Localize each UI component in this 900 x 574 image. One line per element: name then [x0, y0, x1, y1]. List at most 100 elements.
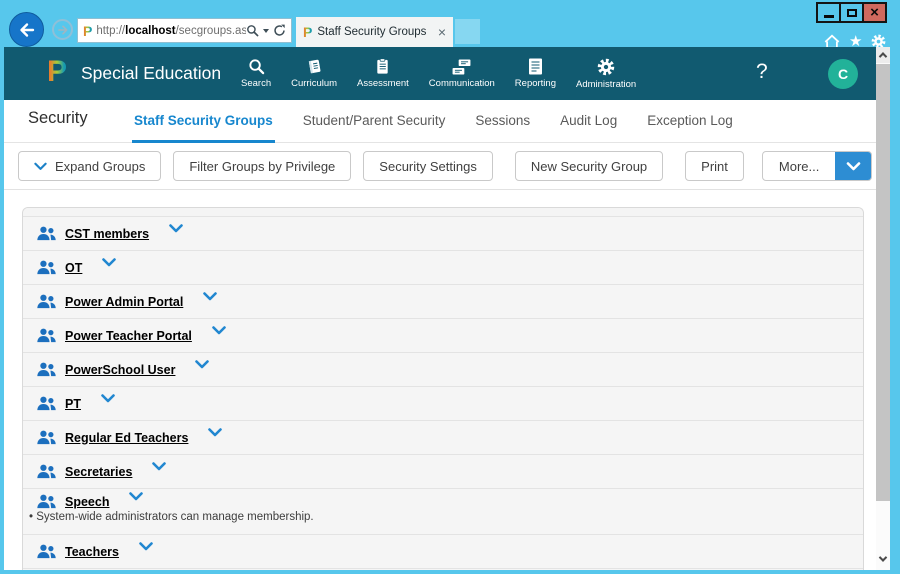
group-link[interactable]: PowerSchool User — [65, 363, 175, 377]
book-icon — [306, 58, 323, 75]
scrollbar-thumb[interactable] — [876, 64, 890, 501]
document-icon — [528, 58, 543, 75]
vertical-scrollbar — [876, 47, 890, 570]
button-label: Print — [701, 159, 728, 174]
button-label: Expand Groups — [55, 159, 145, 174]
group-link[interactable]: Regular Ed Teachers — [65, 431, 188, 445]
tab-title: Staff Security Groups — [317, 26, 426, 38]
chevron-down-icon[interactable] — [169, 224, 183, 233]
chevron-down-icon — [846, 162, 861, 171]
nav-item-search[interactable]: Search — [231, 58, 281, 89]
group-link[interactable]: Secretaries — [65, 465, 132, 479]
chevron-down-icon[interactable] — [101, 394, 115, 403]
group-people-icon — [36, 260, 57, 275]
url-text: http://localhost/secgroups.aspx?pos — [96, 25, 246, 37]
nav-item-reporting[interactable]: Reporting — [505, 58, 566, 89]
gear-icon — [597, 58, 615, 76]
chevron-down-icon[interactable] — [152, 462, 166, 471]
chevron-down-icon — [34, 162, 47, 171]
tab-sessions[interactable]: Sessions — [473, 100, 532, 143]
tab-staff-security-groups[interactable]: Staff Security Groups — [132, 100, 275, 143]
nav-item-curriculum[interactable]: Curriculum — [281, 58, 347, 89]
group-row: Speech System-wide administrators can ma… — [23, 489, 863, 535]
group-people-icon — [36, 464, 57, 479]
nav-label: Curriculum — [291, 78, 337, 89]
group-row: CST members — [23, 217, 863, 251]
nav-item-communication[interactable]: Communication — [419, 59, 505, 89]
chevron-down-icon[interactable] — [195, 360, 209, 369]
tab-close-icon[interactable]: × — [438, 25, 446, 39]
security-tabs: Staff Security Groups Student/Parent Sec… — [132, 100, 735, 143]
close-button[interactable]: × — [862, 2, 887, 23]
browser-tab[interactable]: P Staff Security Groups × — [296, 17, 453, 47]
communication-icon — [452, 59, 471, 75]
forward-button[interactable] — [52, 19, 73, 40]
page-head: Security Staff Security Groups Student/P… — [4, 100, 876, 143]
button-label: Security Settings — [379, 159, 477, 174]
group-link[interactable]: Power Admin Portal — [65, 295, 183, 309]
new-security-group-button[interactable]: New Security Group — [515, 151, 663, 181]
group-people-icon — [36, 362, 57, 377]
group-row: Regular Ed Teachers — [23, 421, 863, 455]
button-label: More... — [763, 159, 835, 174]
nav-label: Assessment — [357, 78, 409, 89]
group-row: OT — [23, 251, 863, 285]
group-people-icon — [36, 396, 57, 411]
chevron-down-icon[interactable] — [263, 29, 269, 33]
more-dropdown-button[interactable] — [835, 151, 871, 181]
group-people-icon — [36, 328, 57, 343]
user-avatar[interactable]: C — [828, 59, 858, 89]
nav-item-administration[interactable]: Administration — [566, 58, 646, 90]
chevron-down-icon — [879, 553, 887, 561]
search-icon[interactable] — [246, 24, 259, 37]
search-icon — [248, 58, 265, 75]
minimize-icon — [824, 15, 834, 18]
scrollbar-down-button[interactable] — [876, 556, 890, 562]
group-link[interactable]: PT — [65, 397, 81, 411]
security-settings-button[interactable]: Security Settings — [363, 151, 493, 181]
maximize-icon — [847, 9, 857, 17]
groups-panel: CST members OT P — [22, 207, 864, 570]
chevron-down-icon[interactable] — [212, 326, 226, 335]
group-people-icon — [36, 226, 57, 241]
tab-favicon: P — [303, 25, 312, 39]
new-tab-button[interactable] — [455, 19, 480, 44]
chevron-down-icon[interactable] — [139, 542, 153, 551]
refresh-icon[interactable] — [273, 24, 286, 37]
tab-exception-log[interactable]: Exception Log — [645, 100, 735, 143]
group-row: PT — [23, 387, 863, 421]
avatar-initial: C — [838, 66, 848, 82]
chevron-down-icon[interactable] — [203, 292, 217, 301]
group-row: Secretaries — [23, 455, 863, 489]
help-button[interactable]: ? — [756, 60, 768, 84]
window-controls: × — [816, 2, 887, 23]
tab-audit-log[interactable]: Audit Log — [558, 100, 619, 143]
nav-label: Search — [241, 78, 271, 89]
scrollbar-up-button[interactable] — [876, 47, 890, 63]
clipboard-icon — [374, 58, 391, 75]
address-bar[interactable]: P http://localhost/secgroups.aspx?pos — [77, 18, 292, 43]
chevron-down-icon[interactable] — [129, 492, 143, 501]
maximize-button[interactable] — [839, 2, 864, 23]
expand-groups-button[interactable]: Expand Groups — [18, 151, 161, 181]
panel-top-cap — [23, 208, 863, 217]
back-button[interactable] — [9, 12, 44, 47]
group-row: PowerSchool User — [23, 353, 863, 387]
nav-label: Reporting — [515, 78, 556, 89]
filter-groups-button[interactable]: Filter Groups by Privilege — [173, 151, 351, 181]
print-button[interactable]: Print — [685, 151, 744, 181]
group-link[interactable]: OT — [65, 261, 82, 275]
chevron-down-icon[interactable] — [102, 258, 116, 267]
group-link[interactable]: Speech — [65, 495, 109, 509]
more-button[interactable]: More... — [762, 151, 872, 181]
chevron-down-icon[interactable] — [208, 428, 222, 437]
nav-label: Administration — [576, 79, 636, 90]
nav-item-assessment[interactable]: Assessment — [347, 58, 419, 89]
close-icon: × — [870, 5, 879, 20]
group-link[interactable]: Power Teacher Portal — [65, 329, 192, 343]
minimize-button[interactable] — [816, 2, 841, 23]
group-link[interactable]: Teachers — [65, 545, 119, 559]
group-row: Teachers — [23, 535, 863, 569]
group-link[interactable]: CST members — [65, 227, 149, 241]
tab-student-parent-security[interactable]: Student/Parent Security — [301, 100, 448, 143]
